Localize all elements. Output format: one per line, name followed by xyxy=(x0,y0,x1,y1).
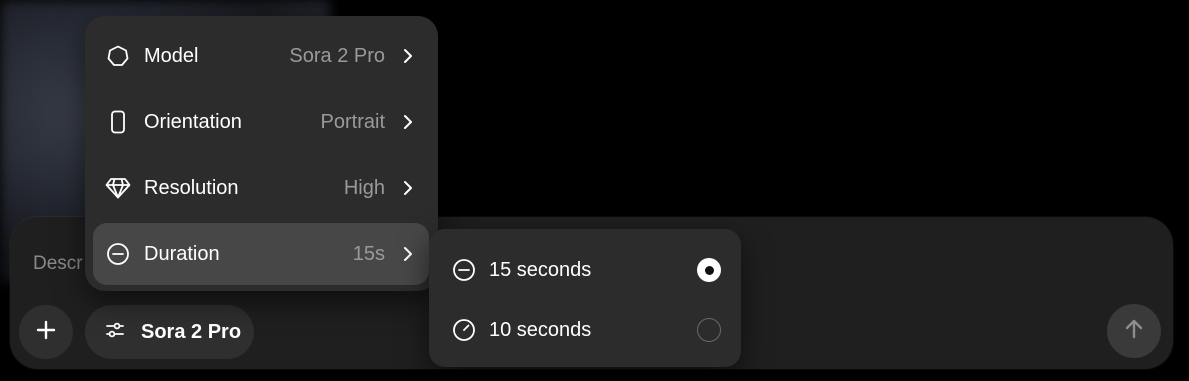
plus-icon xyxy=(36,320,56,345)
chevron-right-icon xyxy=(401,114,415,130)
menu-item-label: Orientation xyxy=(144,110,242,133)
arrow-up-icon xyxy=(1123,318,1145,345)
menu-item-label: Model xyxy=(144,44,199,67)
menu-item-value: High xyxy=(343,176,385,199)
duration-option-label: 10 seconds xyxy=(489,318,592,341)
duration-option-15s[interactable]: 15 seconds xyxy=(429,240,741,300)
menu-item-resolution[interactable]: Resolution High xyxy=(93,157,429,219)
chevron-right-icon xyxy=(401,180,415,196)
model-hexagon-icon xyxy=(105,43,131,69)
settings-menu: Model Sora 2 Pro Orientation Portrait Re… xyxy=(85,16,438,291)
menu-item-value: Portrait xyxy=(320,110,385,133)
sliders-icon xyxy=(105,320,125,345)
clock-15-icon xyxy=(451,257,477,283)
chevron-right-icon xyxy=(401,246,415,262)
diamond-icon xyxy=(105,175,131,201)
radio-unselected[interactable] xyxy=(697,318,721,342)
menu-item-label: Resolution xyxy=(144,176,239,199)
duration-submenu: 15 seconds 10 seconds xyxy=(429,229,741,367)
app-stage: Descr Sora 2 Pro Model Sora 2 Pro Orient… xyxy=(0,0,1189,381)
clock-10-icon xyxy=(451,317,477,343)
model-settings-button[interactable]: Sora 2 Pro xyxy=(85,305,254,359)
portrait-phone-icon xyxy=(105,109,131,135)
prompt-input-placeholder[interactable]: Descr xyxy=(33,253,83,275)
duration-clock-icon xyxy=(105,241,131,267)
menu-item-orientation[interactable]: Orientation Portrait xyxy=(93,91,429,153)
menu-item-model[interactable]: Model Sora 2 Pro xyxy=(93,25,429,87)
model-chip-label: Sora 2 Pro xyxy=(141,320,242,343)
duration-option-label: 15 seconds xyxy=(489,258,592,281)
menu-item-label: Duration xyxy=(144,242,220,265)
radio-selected[interactable] xyxy=(697,258,721,282)
menu-item-duration[interactable]: Duration 15s xyxy=(93,223,429,285)
menu-item-value: 15s xyxy=(352,242,385,265)
send-button[interactable] xyxy=(1107,304,1161,358)
chevron-right-icon xyxy=(401,48,415,64)
add-button[interactable] xyxy=(19,305,73,359)
duration-option-10s[interactable]: 10 seconds xyxy=(429,300,741,360)
menu-item-value: Sora 2 Pro xyxy=(289,44,385,67)
